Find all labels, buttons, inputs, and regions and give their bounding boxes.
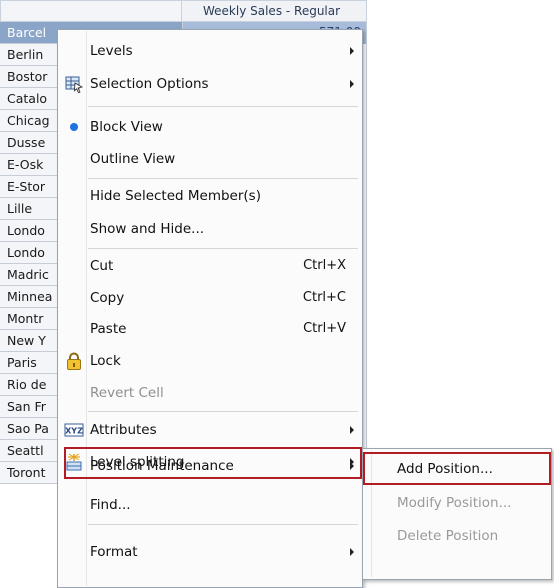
submenu-item-label: Delete Position — [397, 528, 499, 544]
submenu-item-label: Modify Position... — [397, 495, 512, 511]
menu-item-label: Format — [90, 544, 138, 560]
menu-item-attributes[interactable]: XYZ Attributes — [58, 415, 362, 445]
menu-item-block-view[interactable]: Block View — [58, 112, 362, 142]
menu-item-label: Show and Hide... — [90, 221, 205, 237]
menu-item-lock[interactable]: Lock — [58, 346, 362, 376]
submenu-arrow-icon — [350, 47, 354, 55]
menu-item-outline-view[interactable]: Outline View — [58, 144, 362, 174]
menu-item-levels[interactable]: Levels — [58, 36, 362, 66]
menu-item-label: Selection Options — [90, 76, 209, 92]
menu-item-label: Cut — [90, 258, 114, 274]
context-menu: Levels Selection Options Block View Outl… — [57, 29, 363, 588]
add-position-highlight — [363, 452, 551, 485]
menu-item-hide-selected[interactable]: Hide Selected Member(s) — [58, 181, 362, 211]
selection-options-icon — [64, 74, 84, 94]
menu-item-label: Paste — [90, 321, 127, 337]
submenu-arrow-icon — [350, 80, 354, 88]
menu-separator — [88, 524, 358, 525]
shortcut-copy: Ctrl+C — [302, 290, 346, 305]
menu-item-selection-options[interactable]: Selection Options — [58, 69, 362, 99]
submenu-arrow-icon — [350, 426, 354, 434]
submenu-item-delete-position: Delete Position — [363, 520, 551, 552]
menu-item-label: Lock — [90, 353, 121, 369]
shortcut-paste: Ctrl+V — [303, 321, 346, 336]
menu-separator — [88, 178, 358, 179]
radio-dot-icon — [64, 117, 84, 137]
menu-separator — [88, 411, 358, 412]
menu-item-find[interactable]: Find... — [58, 490, 362, 520]
menu-item-revert-cell: Revert Cell — [58, 378, 362, 408]
position-maintenance-highlight — [64, 447, 362, 479]
menu-item-label: Outline View — [90, 151, 176, 167]
xyz-attributes-icon: XYZ — [64, 420, 84, 440]
menu-item-label: Attributes — [90, 422, 157, 438]
grid-corner-header — [0, 0, 182, 22]
menu-item-show-and-hide[interactable]: Show and Hide... — [58, 214, 362, 244]
svg-text:XYZ: XYZ — [65, 427, 83, 436]
menu-item-label: Levels — [90, 43, 133, 59]
position-maintenance-submenu: Add Position... Modify Position... Delet… — [362, 448, 552, 580]
menu-item-cut[interactable]: Cut Ctrl+X — [58, 251, 362, 281]
menu-separator — [88, 106, 358, 107]
submenu-arrow-icon — [350, 548, 354, 556]
menu-item-paste[interactable]: Paste Ctrl+V — [58, 314, 362, 344]
shortcut-cut: Ctrl+X — [303, 258, 346, 273]
menu-item-label: Revert Cell — [90, 385, 164, 401]
submenu-item-modify-position: Modify Position... — [363, 487, 551, 519]
column-header-weekly-sales[interactable]: Weekly Sales - Regular — [181, 0, 367, 22]
menu-item-label: Block View — [90, 119, 163, 135]
lock-icon — [64, 351, 84, 371]
menu-item-copy[interactable]: Copy Ctrl+C — [58, 283, 362, 313]
menu-separator — [88, 248, 358, 249]
menu-item-format[interactable]: Format — [58, 537, 362, 567]
menu-item-label: Find... — [90, 497, 131, 513]
menu-item-label: Hide Selected Member(s) — [90, 188, 261, 204]
menu-item-label: Copy — [90, 290, 125, 306]
